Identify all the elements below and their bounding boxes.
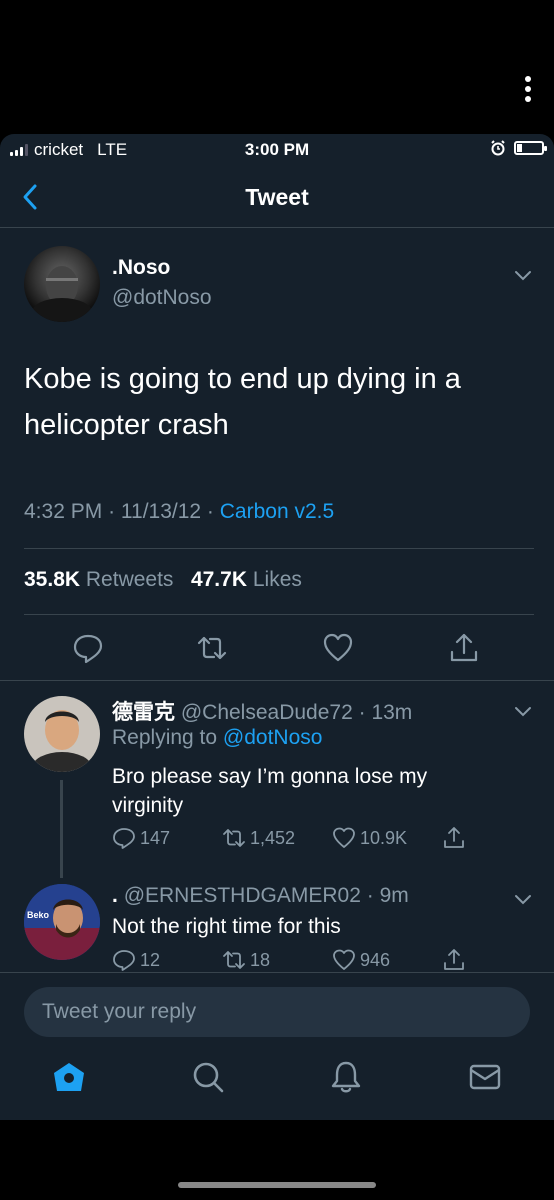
- reply-icon[interactable]: [72, 632, 104, 664]
- retweet-button[interactable]: 18: [222, 948, 270, 972]
- divider: [24, 548, 534, 549]
- like-count: 10.9K: [360, 827, 408, 848]
- likes-stat[interactable]: 47.7K Likes: [191, 568, 302, 591]
- avatar[interactable]: [24, 696, 100, 772]
- author-handle[interactable]: @dotNoso: [112, 286, 212, 310]
- avatar[interactable]: Beko: [24, 884, 100, 960]
- share-button[interactable]: [442, 826, 466, 850]
- meta-separator: ·: [108, 500, 121, 523]
- retweet-icon: [223, 951, 245, 969]
- page-title: Tweet: [245, 184, 309, 210]
- divider: [24, 614, 534, 615]
- like-label: Likes: [252, 568, 302, 591]
- reply-author-name[interactable]: 德雷克: [112, 701, 175, 724]
- tab-bar: [0, 1059, 554, 1109]
- tweet-date: 11/13/12: [120, 500, 202, 523]
- home-indicator[interactable]: [178, 1182, 376, 1188]
- tweet-time: 4:32 PM: [24, 500, 103, 523]
- retweet-count: 18: [250, 949, 271, 970]
- battery-icon: [514, 141, 547, 155]
- reply-button[interactable]: 12: [112, 948, 160, 972]
- tweet-action-row: [0, 632, 554, 672]
- replying-mention-link[interactable]: @dotNoso: [223, 726, 323, 749]
- like-button[interactable]: 946: [332, 948, 390, 972]
- like-heart-icon: [333, 949, 355, 970]
- share-icon: [444, 827, 464, 848]
- reply-button[interactable]: 147: [112, 826, 170, 850]
- reply-header: . @ERNESTHDGAMER02 · 9m: [112, 884, 409, 908]
- reply-text: Bro please say I’m gonna lose my virgini…: [112, 765, 428, 817]
- reply-count: 12: [140, 949, 161, 970]
- share-button[interactable]: [442, 948, 466, 972]
- reply-author-name[interactable]: .: [112, 884, 118, 907]
- chevron-down-icon[interactable]: [512, 264, 534, 286]
- reply-time: 9m: [379, 884, 409, 907]
- meta-separator: ·: [206, 500, 220, 523]
- reply-input[interactable]: [24, 987, 530, 1037]
- retweet-icon: [223, 829, 245, 847]
- chevron-down-icon[interactable]: [512, 888, 534, 910]
- author-display-name[interactable]: .Noso: [112, 256, 170, 280]
- svg-text:Beko: Beko: [27, 910, 50, 920]
- retweet-icon[interactable]: [196, 632, 228, 664]
- notifications-bell-icon[interactable]: [328, 1059, 364, 1095]
- share-icon[interactable]: [448, 632, 480, 664]
- tweet-header: .Noso @dotNoso: [24, 246, 534, 326]
- replying-to: Replying to @dotNoso: [112, 726, 322, 750]
- like-heart-icon[interactable]: [322, 632, 354, 664]
- nav-bar: Tweet: [0, 170, 554, 228]
- like-count: 946: [360, 949, 391, 970]
- retweets-stat[interactable]: 35.8K Retweets: [24, 568, 173, 591]
- share-icon: [444, 949, 464, 970]
- retweet-count: 1,452: [250, 827, 296, 848]
- thread-line: [60, 780, 63, 878]
- status-bar: cricket LTE 3:00 PM: [0, 134, 554, 166]
- tweet-stats: 35.8K Retweets 47.7K Likes: [24, 568, 302, 592]
- outer-frame-top: [0, 0, 554, 134]
- like-button[interactable]: 10.9K: [332, 826, 407, 850]
- like-heart-icon: [333, 827, 355, 848]
- search-icon[interactable]: [190, 1059, 226, 1095]
- reply-time: 13m: [371, 701, 413, 724]
- composer-bar: [0, 972, 554, 1120]
- tweet-text: Kobe is going to end up dying in a helic…: [24, 363, 461, 441]
- retweet-count: 35.8K: [24, 568, 81, 591]
- reply-count: 147: [140, 827, 171, 848]
- reply-header: 德雷克 @ChelseaDude72 · 13m: [112, 696, 412, 726]
- retweet-button[interactable]: 1,452: [222, 826, 295, 850]
- reply-author-handle[interactable]: @ChelseaDude72: [181, 701, 353, 724]
- chevron-down-icon[interactable]: [512, 700, 534, 722]
- outer-frame-bottom: [0, 1120, 554, 1200]
- meta-separator: ·: [360, 884, 380, 907]
- messages-envelope-icon[interactable]: [467, 1059, 503, 1095]
- reply-action-row: 147 1,452 10.9K: [112, 826, 472, 854]
- meta-separator: ·: [352, 701, 372, 724]
- tweet-meta: 4:32 PM · 11/13/12 · Carbon v2.5: [24, 500, 334, 524]
- home-icon[interactable]: [51, 1059, 87, 1095]
- alarm-icon: [491, 140, 505, 156]
- reply-icon: [113, 828, 135, 849]
- more-options-icon[interactable]: [524, 76, 532, 104]
- reply-icon: [113, 950, 135, 971]
- reply-author-handle[interactable]: @ERNESTHDGAMER02: [124, 884, 361, 907]
- like-count: 47.7K: [190, 568, 247, 591]
- retweet-label: Retweets: [85, 568, 174, 591]
- reply-text: Not the right time for this: [112, 915, 341, 938]
- twitter-app: cricket LTE 3:00 PM Tweet .Noso @dotNoso…: [0, 134, 554, 1120]
- replying-label: Replying to: [112, 726, 218, 749]
- status-right: [490, 140, 547, 156]
- status-time: 3:00 PM: [244, 140, 310, 159]
- divider: [0, 680, 554, 681]
- tweet-source-link[interactable]: Carbon v2.5: [220, 500, 334, 523]
- avatar[interactable]: [24, 246, 100, 322]
